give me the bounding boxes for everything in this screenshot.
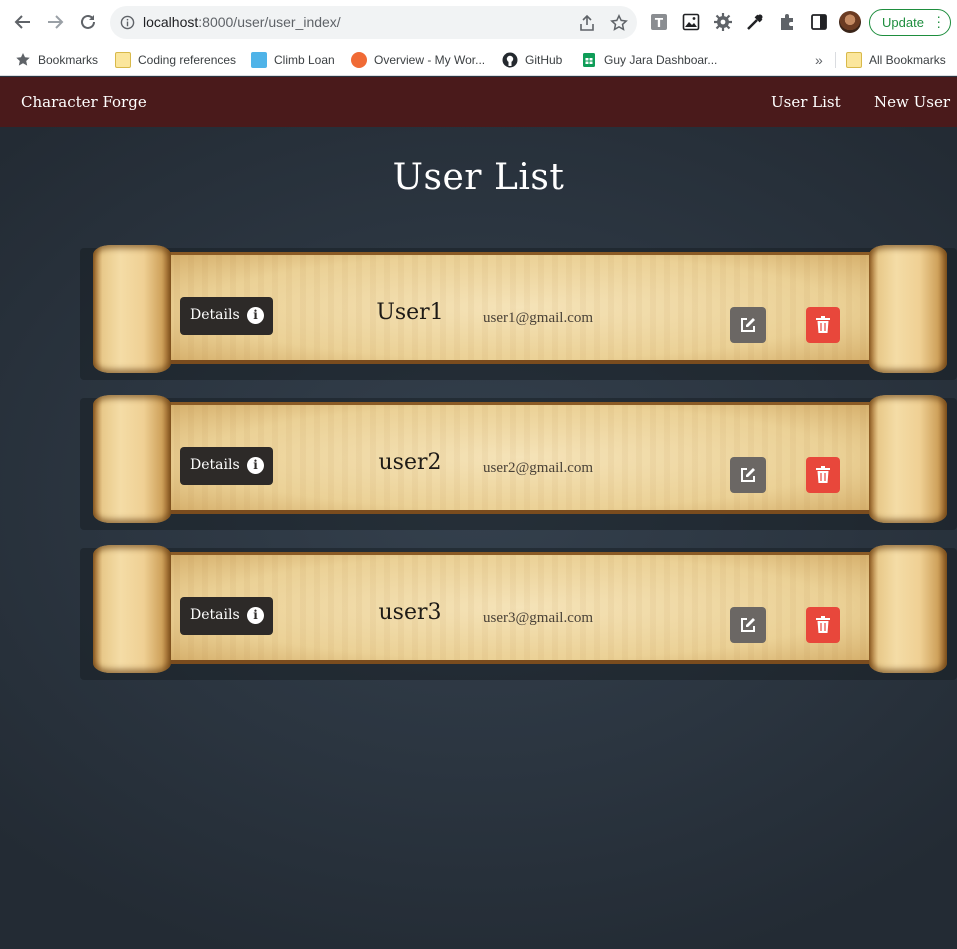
site-info-icon[interactable]	[120, 15, 135, 30]
bookmark-item-climb-loan[interactable]: Climb Loan	[251, 51, 335, 69]
user-email: user1@gmail.com	[483, 310, 594, 326]
details-button[interactable]: Details i	[180, 297, 273, 335]
scroll-roll-right	[869, 395, 947, 523]
user-email: user3@gmail.com	[483, 610, 594, 626]
app-navbar: Character Forge User List New User	[0, 77, 957, 127]
bookmarks-divider	[835, 52, 836, 68]
user-row: Details i User1 user1@gmail.com	[80, 240, 957, 380]
info-icon: i	[247, 307, 264, 324]
extensions-puzzle-icon[interactable]	[777, 12, 797, 32]
bookmark-label: Coding references	[138, 53, 237, 67]
username: user2	[378, 450, 442, 475]
bookmark-item-overview[interactable]: Overview - My Wor...	[351, 51, 485, 69]
edit-button[interactable]	[730, 307, 766, 343]
url-text: localhost:8000/user/user_index/	[143, 14, 341, 30]
square-app-icon	[251, 52, 267, 68]
sheets-icon	[583, 53, 595, 67]
scroll-roll-left	[93, 545, 171, 673]
all-bookmarks-label: All Bookmarks	[869, 53, 946, 67]
delete-button[interactable]	[806, 457, 840, 493]
details-label: Details	[190, 607, 240, 623]
edit-icon	[741, 468, 755, 482]
brand-link[interactable]: Character Forge	[21, 93, 147, 111]
bookmarks-bar: Bookmarks Coding references Climb Loan O…	[0, 44, 957, 76]
folder-icon	[115, 52, 131, 68]
address-bar[interactable]: localhost:8000/user/user_index/	[110, 6, 637, 39]
scroll-roll-right	[869, 545, 947, 673]
edit-icon	[741, 618, 755, 632]
info-icon: i	[247, 607, 264, 624]
forward-arrow-icon[interactable]	[43, 10, 67, 34]
details-label: Details	[190, 307, 240, 323]
bookmark-item-github[interactable]: GitHub	[502, 51, 562, 69]
username: User1	[376, 300, 444, 325]
delete-button[interactable]	[806, 607, 840, 643]
update-button[interactable]: Update · · ·	[869, 9, 951, 36]
bookmark-label: Bookmarks	[38, 53, 99, 67]
username: user3	[378, 600, 442, 625]
share-icon[interactable]	[578, 14, 596, 32]
gear-extension-icon[interactable]	[713, 12, 733, 32]
user-row: Details i user3 user3@gmail.com	[80, 540, 957, 680]
bookmark-label: Climb Loan	[274, 53, 335, 67]
bookmark-label: GitHub	[525, 53, 563, 67]
bookmark-item-coding-references[interactable]: Coding references	[115, 51, 236, 69]
bookmark-item-bookmarks[interactable]: Bookmarks	[15, 51, 98, 69]
more-menu-icon[interactable]: · · ·	[936, 9, 941, 33]
back-arrow-icon[interactable]	[11, 10, 35, 34]
details-button[interactable]: Details i	[180, 447, 273, 485]
scroll-roll-right	[869, 245, 947, 373]
scroll-roll-left	[93, 395, 171, 523]
text-extension-icon[interactable]: T	[649, 12, 669, 32]
bookmark-item-guy-jara-dashboard[interactable]: Guy Jara Dashboar...	[581, 51, 717, 69]
bookmarks-overflow-button[interactable]: »	[815, 51, 823, 69]
user-email: user2@gmail.com	[483, 460, 594, 476]
scroll-roll-left	[93, 245, 171, 373]
reload-icon[interactable]	[76, 10, 100, 34]
svg-text:T: T	[655, 16, 664, 30]
nav-link-new-user[interactable]: New User	[874, 93, 950, 111]
delete-button[interactable]	[806, 307, 840, 343]
user-row: Details i user2 user2@gmail.com	[80, 390, 957, 530]
edit-button[interactable]	[730, 607, 766, 643]
nav-link-user-list[interactable]: User List	[771, 93, 841, 111]
trash-icon	[816, 466, 830, 483]
page-title: User List	[392, 157, 565, 198]
main-content: User List Details i User1 user1@gmail.co…	[0, 127, 957, 949]
edit-button[interactable]	[730, 457, 766, 493]
bookmark-label: Guy Jara Dashboar...	[604, 53, 718, 67]
profile-avatar[interactable]	[839, 11, 861, 33]
edit-icon	[741, 318, 755, 332]
side-panel-icon[interactable]	[809, 12, 829, 32]
image-extension-icon[interactable]	[681, 12, 701, 32]
bookmark-label: Overview - My Wor...	[374, 53, 486, 67]
star-icon	[16, 53, 30, 66]
trash-icon	[816, 616, 830, 633]
details-label: Details	[190, 457, 240, 473]
bookmark-star-icon[interactable]	[610, 14, 628, 32]
github-icon	[502, 52, 518, 68]
details-button[interactable]: Details i	[180, 597, 273, 635]
browser-toolbar: localhost:8000/user/user_index/ T Update…	[0, 0, 957, 44]
info-icon: i	[247, 457, 264, 474]
update-label: Update	[882, 15, 924, 30]
app-logo-icon	[351, 52, 367, 68]
eyedropper-icon[interactable]	[745, 12, 765, 32]
all-bookmarks-button[interactable]: All Bookmarks	[846, 51, 946, 69]
folder-icon	[846, 52, 862, 68]
trash-icon	[816, 316, 830, 333]
